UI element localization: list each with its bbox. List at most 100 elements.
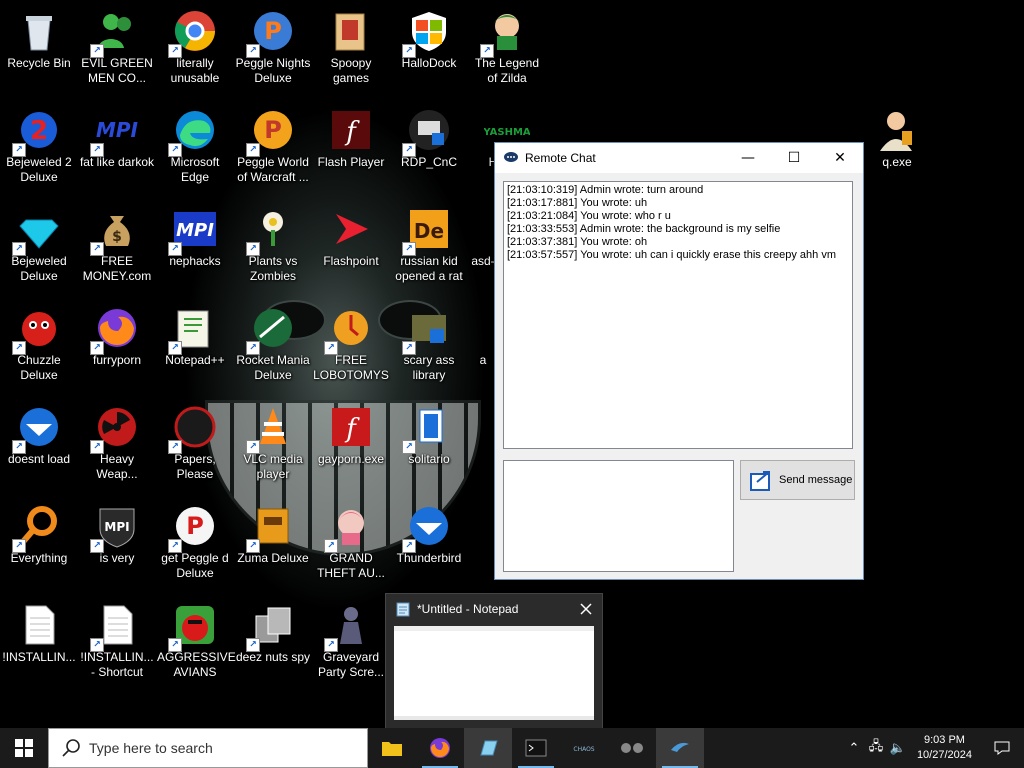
remote-desktop-icon: ↗	[402, 107, 452, 157]
start-button[interactable]	[0, 728, 48, 768]
desktop-icon-free-lobotomys[interactable]: ↗ FREE LOBOTOMYS	[312, 301, 390, 399]
mpi-logo-icon: MPI ↗	[168, 206, 218, 256]
desktop-icon-vlc[interactable]: ↗ VLC media player	[234, 400, 312, 498]
taskbar-file-explorer[interactable]	[368, 728, 416, 768]
desktop-icon-doesnt-load[interactable]: ↗ doesnt load	[0, 400, 78, 498]
desktop-icon-fat-darkok[interactable]: MPI ↗ fat like darkok	[78, 103, 156, 201]
chat-titlebar[interactable]: Remote Chat — ☐ ✕	[495, 143, 863, 173]
desktop-icon-peggle-nights[interactable]: P ↗ Peggle Nights Deluxe	[234, 4, 312, 102]
desktop-icon-spoopy[interactable]: Spoopy games	[312, 4, 390, 102]
desktop-icon-evil-green[interactable]: ↗ EVIL GREEN MEN CO...	[78, 4, 156, 102]
chuzzle-icon: ↗	[12, 305, 62, 355]
taskbar-search-box[interactable]: Type here to search	[48, 728, 368, 768]
desktop-icon-recycle-bin[interactable]: Recycle Bin	[0, 4, 78, 102]
preview-title: *Untitled - Notepad	[417, 602, 519, 616]
person-icon	[874, 107, 920, 153]
angry-bird-icon: ↗	[168, 602, 218, 652]
chaos-icon: CHAOS	[573, 746, 594, 753]
close-icon[interactable]	[578, 601, 594, 617]
desktop-icon-pvz[interactable]: ↗ Plants vs Zombies	[234, 202, 312, 300]
svg-text:$: $	[112, 229, 122, 245]
desktop-icon-graveyard[interactable]: ↗ Graveyard Party Scre...	[312, 598, 390, 696]
desktop-icon-furryporn[interactable]: ↗ furryporn	[78, 301, 156, 399]
taskbar-firefox[interactable]	[416, 728, 464, 768]
notifications-button[interactable]	[980, 728, 1024, 768]
firefox-icon	[430, 738, 450, 758]
desktop-icon-get-peggle[interactable]: P ↗ get Peggle d Deluxe	[156, 499, 234, 597]
desktop-icon-installing1[interactable]: !INSTALLIN...	[0, 598, 78, 696]
desktop-icon-scary-library[interactable]: ↗ scary ass library	[390, 301, 468, 399]
zilda-character-icon: ↗	[480, 8, 530, 58]
maximize-button[interactable]: ☐	[771, 143, 817, 173]
desktop-icon-free-money[interactable]: $ ↗ FREE MONEY.com	[78, 202, 156, 300]
desktop-icon-aggressive-avians[interactable]: ↗ AGGRESSIVE AVIANS	[156, 598, 236, 696]
radiation-icon: ↗	[90, 404, 140, 454]
chevron-up-icon[interactable]: ⌃	[843, 728, 865, 768]
send-icon	[750, 471, 770, 491]
statue-icon: ↗	[324, 602, 374, 652]
desktop-icon-is-very[interactable]: MPI ↗ is very	[78, 499, 156, 597]
desktop-icon-zuma[interactable]: ↗ Zuma Deluxe	[234, 499, 312, 597]
chat-message-input[interactable]	[503, 460, 734, 572]
svg-text:De: De	[414, 219, 444, 243]
chat-log[interactable]: [21:03:10:319] Admin wrote: turn around …	[503, 181, 853, 449]
people-icon: ↗	[90, 8, 140, 58]
desktop-icon-solitario[interactable]: ↗ solitario	[390, 400, 468, 498]
mpi-logo-icon: MPI ↗	[90, 107, 140, 157]
clock[interactable]: 9:03 PM 10/27/2024	[909, 733, 980, 763]
taskbar-terminal[interactable]	[512, 728, 560, 768]
desktop-icon-flash-player[interactable]: f Flash Player	[312, 103, 390, 201]
taskbar-notepad[interactable]	[464, 728, 512, 768]
send-message-button[interactable]: Send message	[740, 460, 855, 500]
anime-girl-icon: ↗	[324, 503, 374, 553]
desktop-icon-edge[interactable]: ↗ Microsoft Edge	[156, 103, 234, 201]
desktop-icon-deez-nuts[interactable]: ↗ deez nuts spy	[234, 598, 312, 696]
taskbar-glasses-app[interactable]	[608, 728, 656, 768]
desktop-icon-rdp[interactable]: ↗ RDP_CnC	[390, 103, 468, 201]
desktop-icon-nephacks[interactable]: MPI ↗ nephacks	[156, 202, 234, 300]
zuma-icon: ↗	[246, 503, 296, 553]
taskbar-chaos[interactable]: CHAOS	[560, 728, 608, 768]
desktop-icon-gta[interactable]: ↗ GRAND THEFT AU...	[312, 499, 390, 597]
desktop-icon-gayporn[interactable]: f gayporn.exe	[312, 400, 390, 498]
desktop-icon-thunderbird[interactable]: ↗ Thunderbird	[390, 499, 468, 597]
desktop-icon-heavy-weap[interactable]: ↗ Heavy Weap...	[78, 400, 156, 498]
desktop-icon-notepadpp[interactable]: ↗ Notepad++	[156, 301, 234, 399]
desktop-icon-flashpoint[interactable]: Flashpoint	[312, 202, 390, 300]
close-button[interactable]: ✕	[817, 143, 863, 173]
system-tray: ⌃ 🖧 🔈 9:03 PM 10/27/2024	[843, 728, 1024, 768]
search-placeholder: Type here to search	[89, 740, 213, 756]
clock-time: 9:03 PM	[923, 734, 965, 746]
preview-content	[394, 626, 594, 720]
firefox-icon: ↗	[90, 305, 140, 355]
desktop-icon-chrome[interactable]: ↗ literally unusable	[156, 4, 234, 102]
peggle-icon: P ↗	[246, 8, 296, 58]
windows-logo-icon: ↗	[402, 8, 452, 58]
network-icon[interactable]: 🖧	[865, 728, 887, 768]
taskbar-remote-chat[interactable]	[656, 728, 704, 768]
desktop-icon-bejeweled[interactable]: ↗ Bejeweled Deluxe	[0, 202, 78, 300]
desktop-icon-everything[interactable]: ↗ Everything	[0, 499, 78, 597]
desktop-icon-papers-please[interactable]: ↗ Papers, Please	[156, 400, 234, 498]
desktop-icon-peggle-world[interactable]: P ↗ Peggle World of Warcraft ...	[234, 103, 312, 201]
svg-text:YASHMA: YASHMA	[484, 127, 530, 138]
desktop-icon-installing2[interactable]: ↗ !INSTALLIN... - Shortcut	[78, 598, 156, 696]
folder-icon	[328, 8, 374, 54]
notepad-icon	[396, 602, 410, 617]
lobotomy-icon: ↗	[324, 305, 374, 355]
desktop-icon-rocket-mania[interactable]: ↗ Rocket Mania Deluxe	[234, 301, 312, 399]
taskbar: Type here to search CHAOS ⌃ 🖧 🔈 9:03 PM …	[0, 728, 1024, 768]
desktop-icon-bejeweled2[interactable]: 2 ↗ Bejeweled 2 Deluxe	[0, 103, 78, 201]
vlc-cone-icon: ↗	[246, 404, 296, 454]
desktop-icon-zilda[interactable]: ↗ The Legend of Zilda	[468, 4, 546, 102]
desktop-icon-chuzzle[interactable]: ↗ Chuzzle Deluxe	[0, 301, 78, 399]
minimize-button[interactable]: —	[725, 143, 771, 173]
desktop-icon-russian-kid[interactable]: De ↗ russian kid opened a rat	[390, 202, 468, 300]
chat-message: [21:03:21:084] You wrote: who r u	[507, 210, 671, 222]
copy-icon: ↗	[246, 602, 296, 652]
bejeweled-2-icon: 2 ↗	[12, 107, 62, 157]
volume-icon[interactable]: 🔈	[887, 728, 909, 768]
desktop-icon-q-exe[interactable]: q.exe	[858, 103, 936, 201]
notepad-thumbnail-preview[interactable]: *Untitled - Notepad	[385, 593, 603, 728]
desktop-icon-hallodock[interactable]: ↗ HalloDock	[390, 4, 468, 102]
